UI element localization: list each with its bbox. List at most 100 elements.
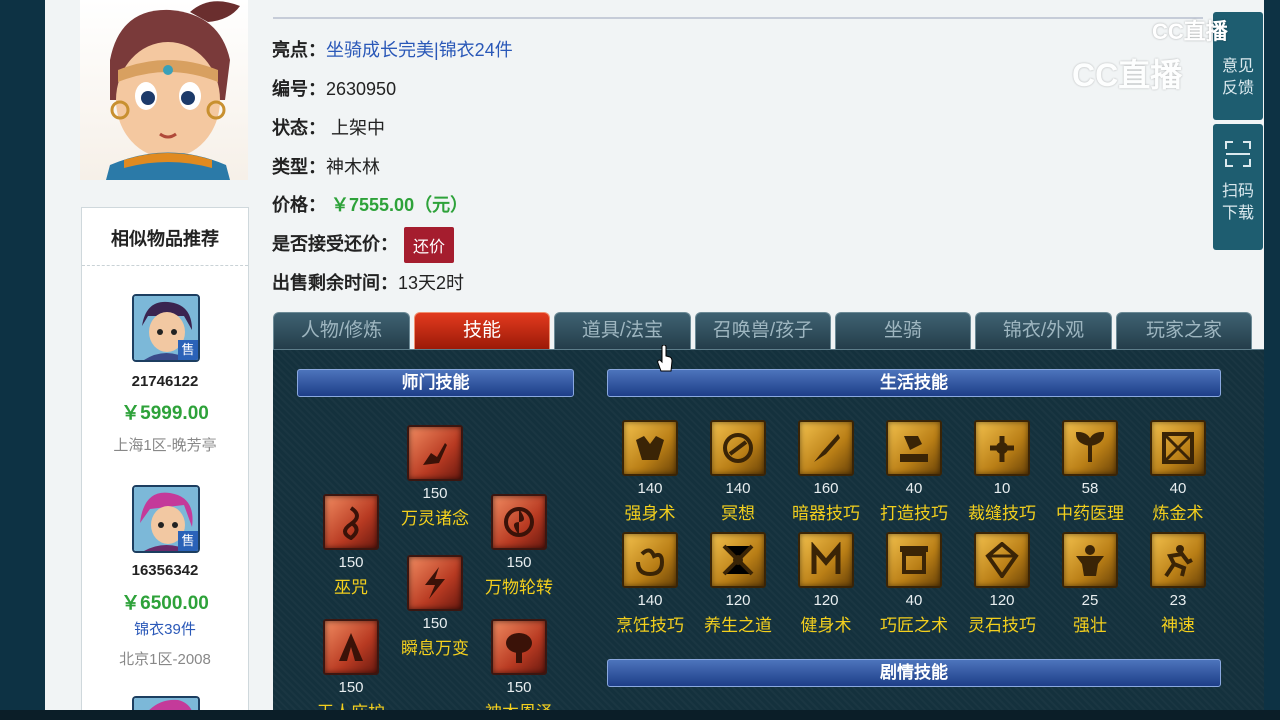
similar-item-price: ￥6500.00 — [121, 593, 209, 614]
skill-name: 炼金术 — [1152, 504, 1204, 523]
tab-pets[interactable]: 召唤兽/孩子 — [695, 312, 831, 349]
skill-level: 140 — [637, 592, 663, 609]
skill-icon-gemstone — [974, 532, 1030, 588]
skill-name: 巫咒 — [334, 578, 368, 597]
stream-watermark-small: CC直播 — [1152, 19, 1228, 44]
skill-name: 灵石技巧 — [968, 616, 1036, 635]
detail-tabs: 人物/修炼 技能 道具/法宝 召唤兽/孩子 坐骑 锦衣/外观 玩家之家 — [273, 312, 1264, 350]
skill-name: 暗器技巧 — [792, 504, 860, 523]
scan-icon — [1225, 141, 1251, 167]
skill-name: 裁缝技巧 — [968, 504, 1036, 523]
counter-offer-label: 是否接受还价： — [272, 233, 398, 254]
character-avatar — [80, 0, 248, 180]
skill-icon-herbal — [1062, 420, 1118, 476]
skill-level: 140 — [725, 480, 751, 497]
similar-item-thumbnail[interactable] — [132, 696, 200, 710]
remaining-time-label: 出售剩余时间： — [272, 273, 398, 293]
scan-label-2: 下载 — [1221, 205, 1254, 222]
similar-item-tag[interactable]: 锦衣39件 — [82, 618, 248, 639]
skill-name: 冥想 — [721, 504, 755, 523]
highlight-row: 亮点：坐骑成长完美|锦衣24件 — [272, 36, 513, 62]
highlight-label: 亮点： — [272, 40, 326, 60]
skill-icon-cooking — [622, 532, 678, 588]
skill-icon-forging — [886, 420, 942, 476]
skill-level: 120 — [725, 592, 751, 609]
skill-name: 万灵诸念 — [401, 509, 469, 528]
status-row: 状态： 上架中 — [272, 114, 385, 140]
skill-name: 神速 — [1161, 616, 1195, 635]
skill-level: 40 — [905, 592, 923, 609]
skill-name: 打造技巧 — [880, 504, 948, 523]
tab-mounts[interactable]: 坐骑 — [835, 312, 971, 349]
id-value: 2630950 — [326, 79, 397, 99]
similar-item-server: 上海1区-晚芳亭 — [113, 437, 217, 454]
remaining-time-value: 13天2时 — [398, 273, 465, 293]
type-value: 神木林 — [326, 157, 380, 177]
skill-icon-wanwu — [491, 494, 547, 550]
feedback-label-1: 意见 — [1221, 58, 1254, 75]
life-skills-header: 生活技能 — [607, 369, 1221, 397]
price-value: ￥7555.00（元） — [331, 195, 469, 215]
similar-items-panel: 相似物品推荐 售 21746122 ￥5999.00 上海1区-晚芳亭 售 16… — [81, 207, 249, 710]
skill-icon-shenmu — [491, 619, 547, 675]
similar-item-thumbnail[interactable]: 售 — [132, 485, 200, 553]
skill-name: 强身术 — [624, 504, 676, 523]
scan-download-widget[interactable]: 扫码 下载 — [1213, 124, 1263, 250]
skill-level: 150 — [422, 485, 448, 502]
divider — [273, 17, 1203, 19]
story-skills-header: 剧情技能 — [607, 659, 1221, 687]
skill-name: 巧匠之术 — [880, 616, 948, 635]
tab-outfits[interactable]: 锦衣/外观 — [975, 312, 1112, 349]
counter-offer-row: 是否接受还价： 还价 — [272, 227, 455, 263]
similar-item-id[interactable]: 21746122 — [82, 373, 248, 390]
similar-item-id[interactable]: 16356342 — [82, 562, 248, 579]
skill-icon-meditation — [710, 420, 766, 476]
skill-name: 万物轮转 — [485, 578, 553, 597]
skill-level: 150 — [506, 554, 532, 571]
similar-item-server: 北京1区-2008 — [119, 651, 211, 668]
mouse-cursor-icon — [657, 345, 673, 372]
price-row: 价格： ￥7555.00（元） — [272, 191, 468, 217]
tab-character[interactable]: 人物/修炼 — [273, 312, 410, 349]
skills-panel: 师门技能 生活技能 剧情技能 150 万灵诸念 150 巫咒 150 万物轮转 … — [273, 349, 1264, 710]
bottom-strip — [0, 710, 1280, 720]
skill-icon-tailoring — [974, 420, 1030, 476]
price-label: 价格： — [272, 195, 326, 215]
id-label: 编号： — [272, 79, 326, 99]
tab-skills[interactable]: 技能 — [414, 312, 550, 349]
skill-level: 25 — [1081, 592, 1099, 609]
remaining-time-row: 出售剩余时间：13天2时 — [272, 269, 464, 295]
highlight-link-outfit[interactable]: 锦衣24件 — [439, 40, 513, 60]
skill-level: 120 — [989, 592, 1015, 609]
skill-name: 健身术 — [800, 616, 852, 635]
skill-icon-strong — [1062, 532, 1118, 588]
skill-name: 烹饪技巧 — [616, 616, 684, 635]
skill-name: 天人庇护 — [307, 698, 395, 710]
similar-items-title: 相似物品推荐 — [82, 208, 248, 266]
skill-level: 40 — [1169, 480, 1187, 497]
highlight-link-mount[interactable]: 坐骑成长完美 — [326, 40, 434, 60]
similar-item-thumbnail[interactable]: 售 — [132, 294, 200, 362]
skill-icon-alchemy — [1150, 420, 1206, 476]
skill-level: 160 — [813, 480, 839, 497]
skill-level: 120 — [813, 592, 839, 609]
skill-name: 强壮 — [1073, 616, 1107, 635]
skill-icon-wuzhou — [323, 494, 379, 550]
skill-level: 150 — [506, 679, 532, 696]
mentor-skills-header: 师门技能 — [297, 369, 574, 397]
skill-level: 10 — [993, 480, 1011, 497]
status-value: 上架中 — [331, 118, 386, 138]
counter-offer-button[interactable]: 还价 — [404, 227, 455, 263]
skill-icon-speed — [1150, 532, 1206, 588]
window-frame-right — [1264, 0, 1280, 720]
window-frame-left — [0, 0, 45, 720]
feedback-label-2: 反馈 — [1221, 80, 1254, 97]
scan-label-1: 扫码 — [1221, 183, 1254, 200]
skill-level: 150 — [338, 679, 364, 696]
tab-items[interactable]: 道具/法宝 — [554, 312, 691, 349]
skill-level: 40 — [905, 480, 923, 497]
tab-home[interactable]: 玩家之家 — [1116, 312, 1252, 349]
skill-icon-shunxi — [407, 555, 463, 611]
type-label: 类型： — [272, 157, 326, 177]
similar-item-price: ￥5999.00 — [121, 403, 209, 424]
